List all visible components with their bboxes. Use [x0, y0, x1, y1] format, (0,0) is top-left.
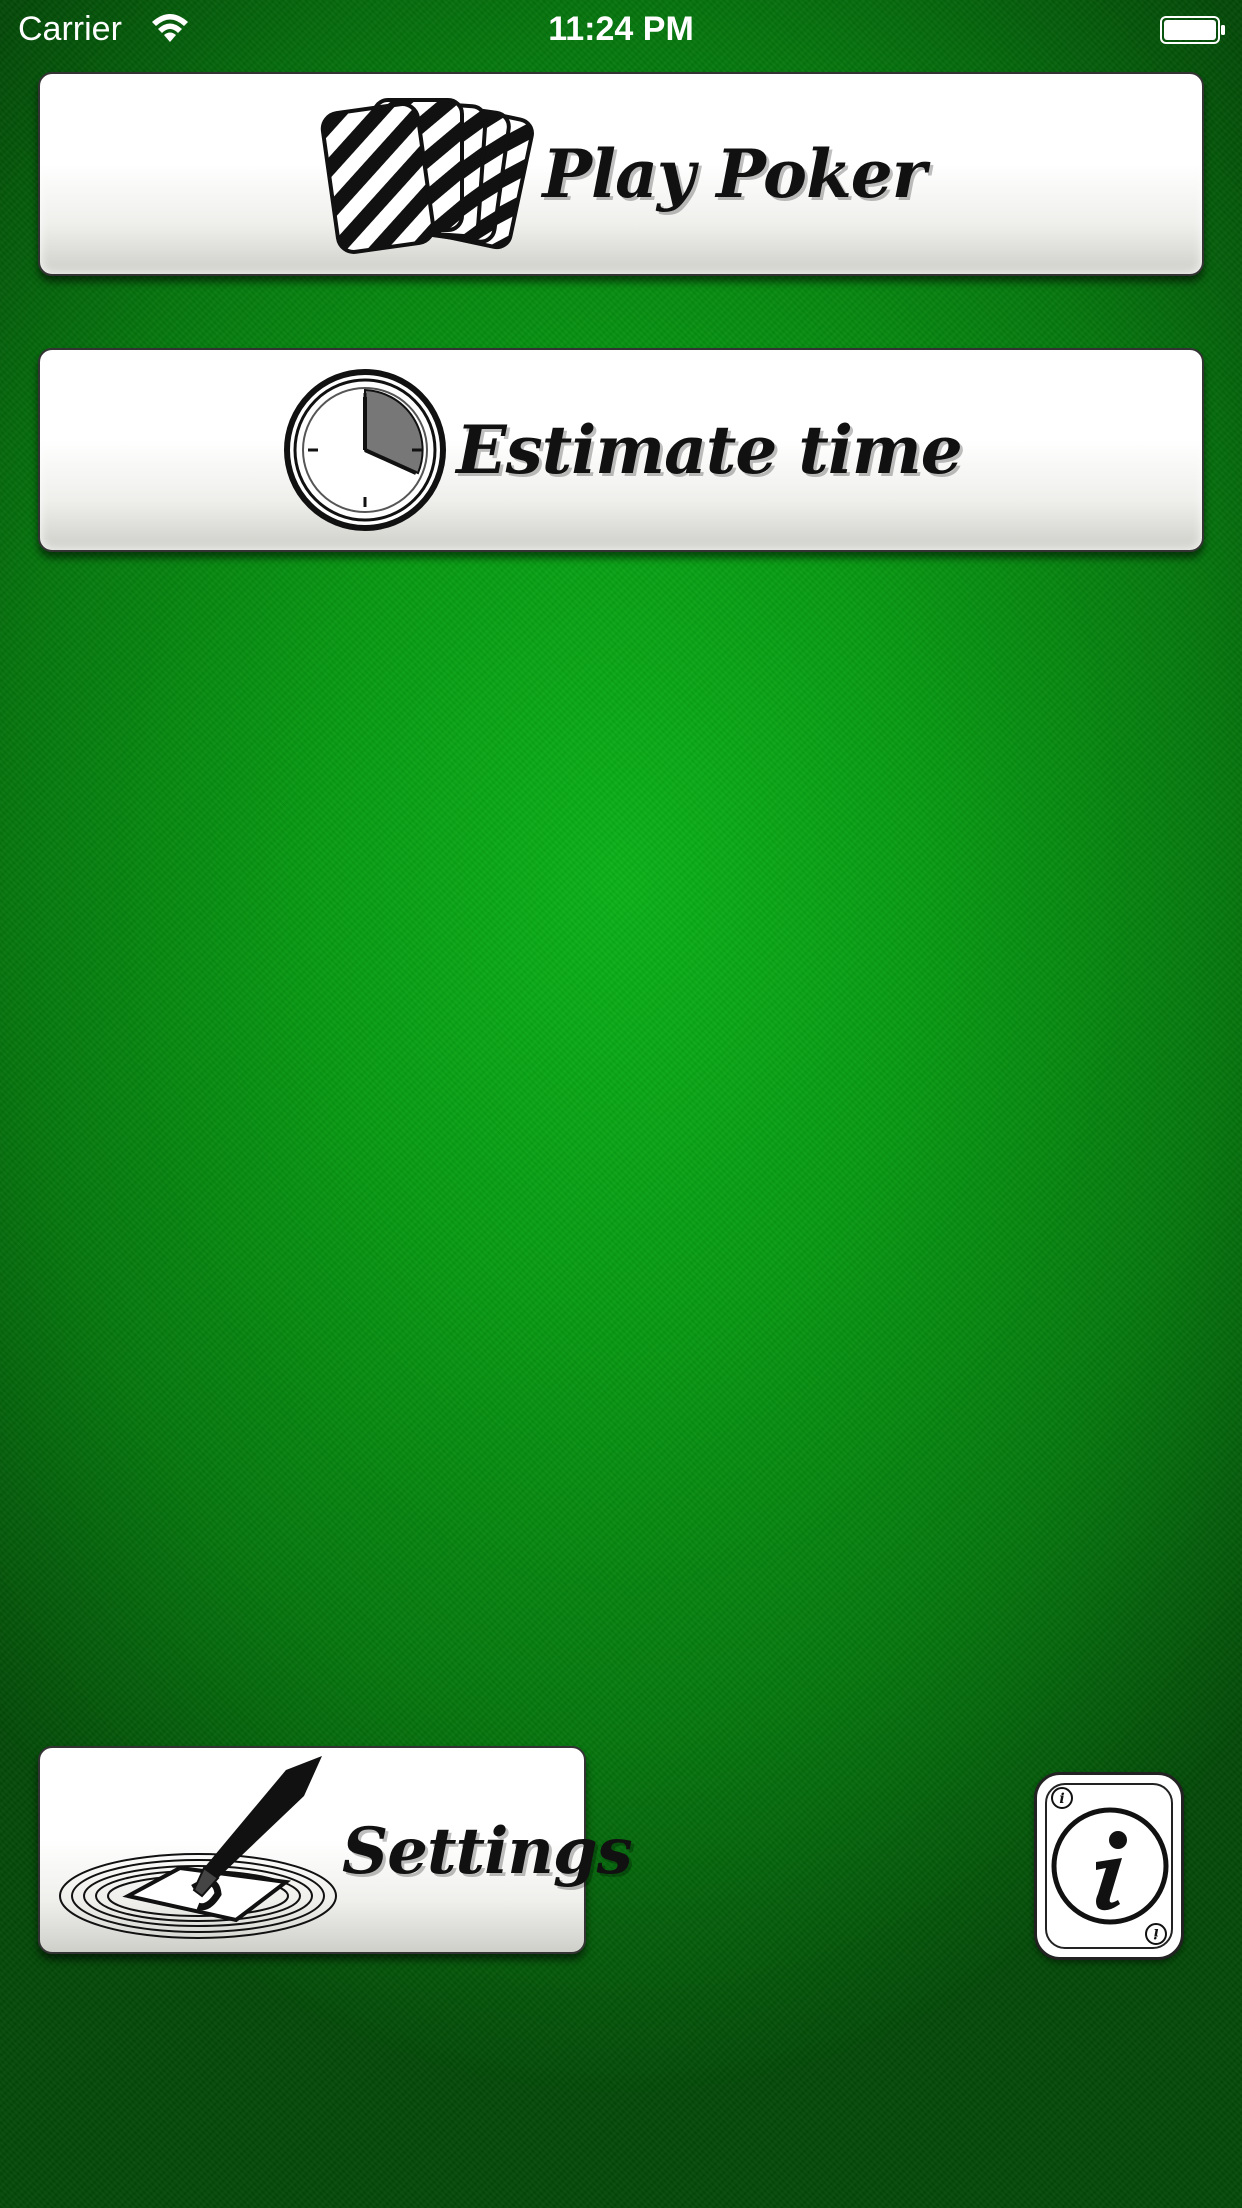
battery-icon	[1160, 16, 1225, 44]
cards-icon	[321, 98, 535, 254]
status-bar: Carrier 11:24 PM	[0, 0, 1242, 60]
estimate-time-button[interactable]: Estimate time	[38, 348, 1204, 552]
settings-button[interactable]: Settings	[38, 1746, 633, 1954]
play-poker-button[interactable]: Play Poker	[38, 72, 1204, 276]
pen-and-card-icon	[59, 1756, 337, 1939]
svg-text:i: i	[1059, 1791, 1064, 1807]
svg-text:i: i	[1153, 1925, 1158, 1941]
info-button[interactable]: i i	[1034, 1772, 1184, 1960]
stopwatch-icon	[284, 369, 447, 531]
play-poker-label: Play Poker	[542, 135, 926, 213]
estimate-time-label: Estimate time	[456, 411, 962, 489]
info-icon: i i	[1051, 1787, 1169, 1945]
status-time: 11:24 PM	[548, 10, 694, 48]
settings-label: Settings	[342, 1814, 633, 1889]
